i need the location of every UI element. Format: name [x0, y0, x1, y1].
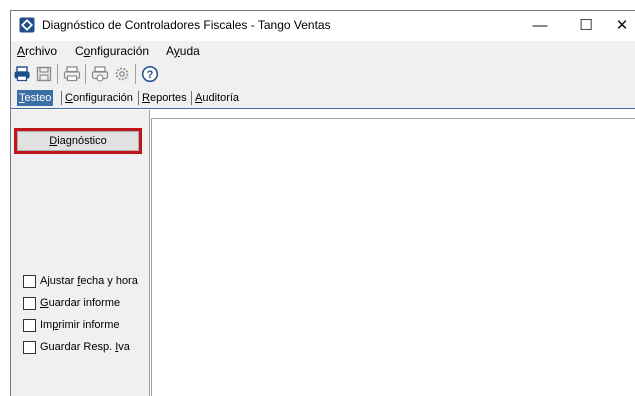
tab-configuracion[interactable]: Configuración: [63, 90, 135, 106]
guardar-informe-accel: G: [40, 297, 49, 309]
checkbox-box[interactable]: [23, 296, 36, 310]
tab-testeo-label: esteo: [24, 92, 52, 104]
ajustar-fecha-rest: echa y hora: [80, 275, 138, 287]
imprimir-informe-label: Imprimir informe: [40, 319, 119, 331]
diagnostic-output-area[interactable]: [151, 118, 635, 396]
close-button[interactable]: ✕: [609, 11, 635, 41]
diagnostico-button[interactable]: Diagnóstico: [17, 131, 139, 151]
left-panel: Diagnóstico Ajustar fecha y hora Guardar…: [11, 110, 150, 396]
printer-setup-icon[interactable]: [91, 65, 109, 83]
guardar-resp-iva-rest: va: [118, 341, 130, 353]
tab-reportes-accel: R: [142, 92, 150, 104]
tab-separator: [138, 91, 139, 105]
diagnostico-highlight: Diagnóstico: [14, 128, 142, 154]
menu-ayuda-label: uda: [179, 44, 200, 58]
settings-icon[interactable]: [113, 65, 131, 83]
guardar-resp-iva-checkbox[interactable]: Guardar Resp. Iva: [23, 339, 130, 355]
guardar-informe-label: Guardar informe: [40, 297, 120, 309]
menu-configuracion-pre: C: [75, 44, 84, 58]
imprimir-informe-rest: rimir informe: [58, 319, 120, 331]
tab-bar: Testeo Configuración Reportes Auditoría: [11, 87, 635, 109]
help-icon[interactable]: ?: [141, 65, 159, 83]
checkbox-box[interactable]: [23, 274, 36, 288]
menu-ayuda-pre: A: [166, 44, 174, 58]
toolbar-separator: [135, 64, 136, 84]
menu-configuracion[interactable]: Configuración: [75, 44, 149, 58]
tab-testeo[interactable]: Testeo: [17, 90, 54, 106]
minimize-button[interactable]: —: [517, 11, 563, 41]
toolbar-separator: [57, 64, 58, 84]
svg-text:?: ?: [147, 69, 154, 81]
diagnostico-label: iagnóstico: [57, 135, 107, 147]
diagnostico-accel: D: [49, 135, 58, 147]
save-icon[interactable]: [35, 65, 53, 83]
title-bar[interactable]: Diagnóstico de Controladores Fiscales - …: [11, 11, 635, 41]
checkbox-box[interactable]: [23, 340, 36, 354]
toolbar: ?: [11, 61, 635, 87]
tab-reportes-label: eportes: [149, 92, 187, 104]
tab-auditoria[interactable]: Auditoría: [193, 90, 241, 106]
diamond-app-icon: [19, 17, 35, 33]
app-window: Diagnóstico de Controladores Fiscales - …: [10, 10, 635, 396]
tab-configuracion-label: onfiguración: [72, 92, 133, 104]
ajustar-fecha-pre: Ajustar: [40, 275, 78, 287]
tab-separator: [191, 91, 192, 105]
ajustar-fecha-label: Ajustar fecha y hora: [40, 275, 138, 287]
tab-separator: [61, 91, 62, 105]
window-title: Diagnóstico de Controladores Fiscales - …: [42, 18, 331, 32]
menu-configuracion-label: nfiguración: [90, 44, 150, 58]
menu-bar: Archivo Configuración Ayuda: [11, 41, 635, 61]
checkbox-box[interactable]: [23, 318, 36, 332]
guardar-informe-rest: uardar informe: [48, 297, 121, 309]
printer-icon[interactable]: [13, 65, 31, 83]
guardar-informe-checkbox[interactable]: Guardar informe: [23, 295, 120, 311]
imprimir-informe-pre: Im: [40, 319, 53, 331]
menu-archivo[interactable]: Archivo: [17, 44, 57, 58]
printer-icon[interactable]: [63, 65, 81, 83]
maximize-button[interactable]: ☐: [563, 11, 609, 41]
tab-auditoria-label: uditoría: [202, 92, 240, 104]
guardar-resp-iva-label: Guardar Resp. Iva: [40, 341, 130, 353]
menu-archivo-label: rchivo: [25, 44, 58, 58]
ajustar-fecha-checkbox[interactable]: Ajustar fecha y hora: [23, 273, 138, 289]
toolbar-separator: [85, 64, 86, 84]
tab-configuracion-accel: C: [65, 92, 73, 104]
guardar-resp-iva-pre: Guardar Resp.: [40, 341, 116, 353]
menu-ayuda[interactable]: Ayuda: [166, 44, 200, 58]
imprimir-informe-checkbox[interactable]: Imprimir informe: [23, 317, 119, 333]
menu-archivo-accel: A: [17, 44, 26, 58]
tab-reportes[interactable]: Reportes: [140, 90, 189, 106]
